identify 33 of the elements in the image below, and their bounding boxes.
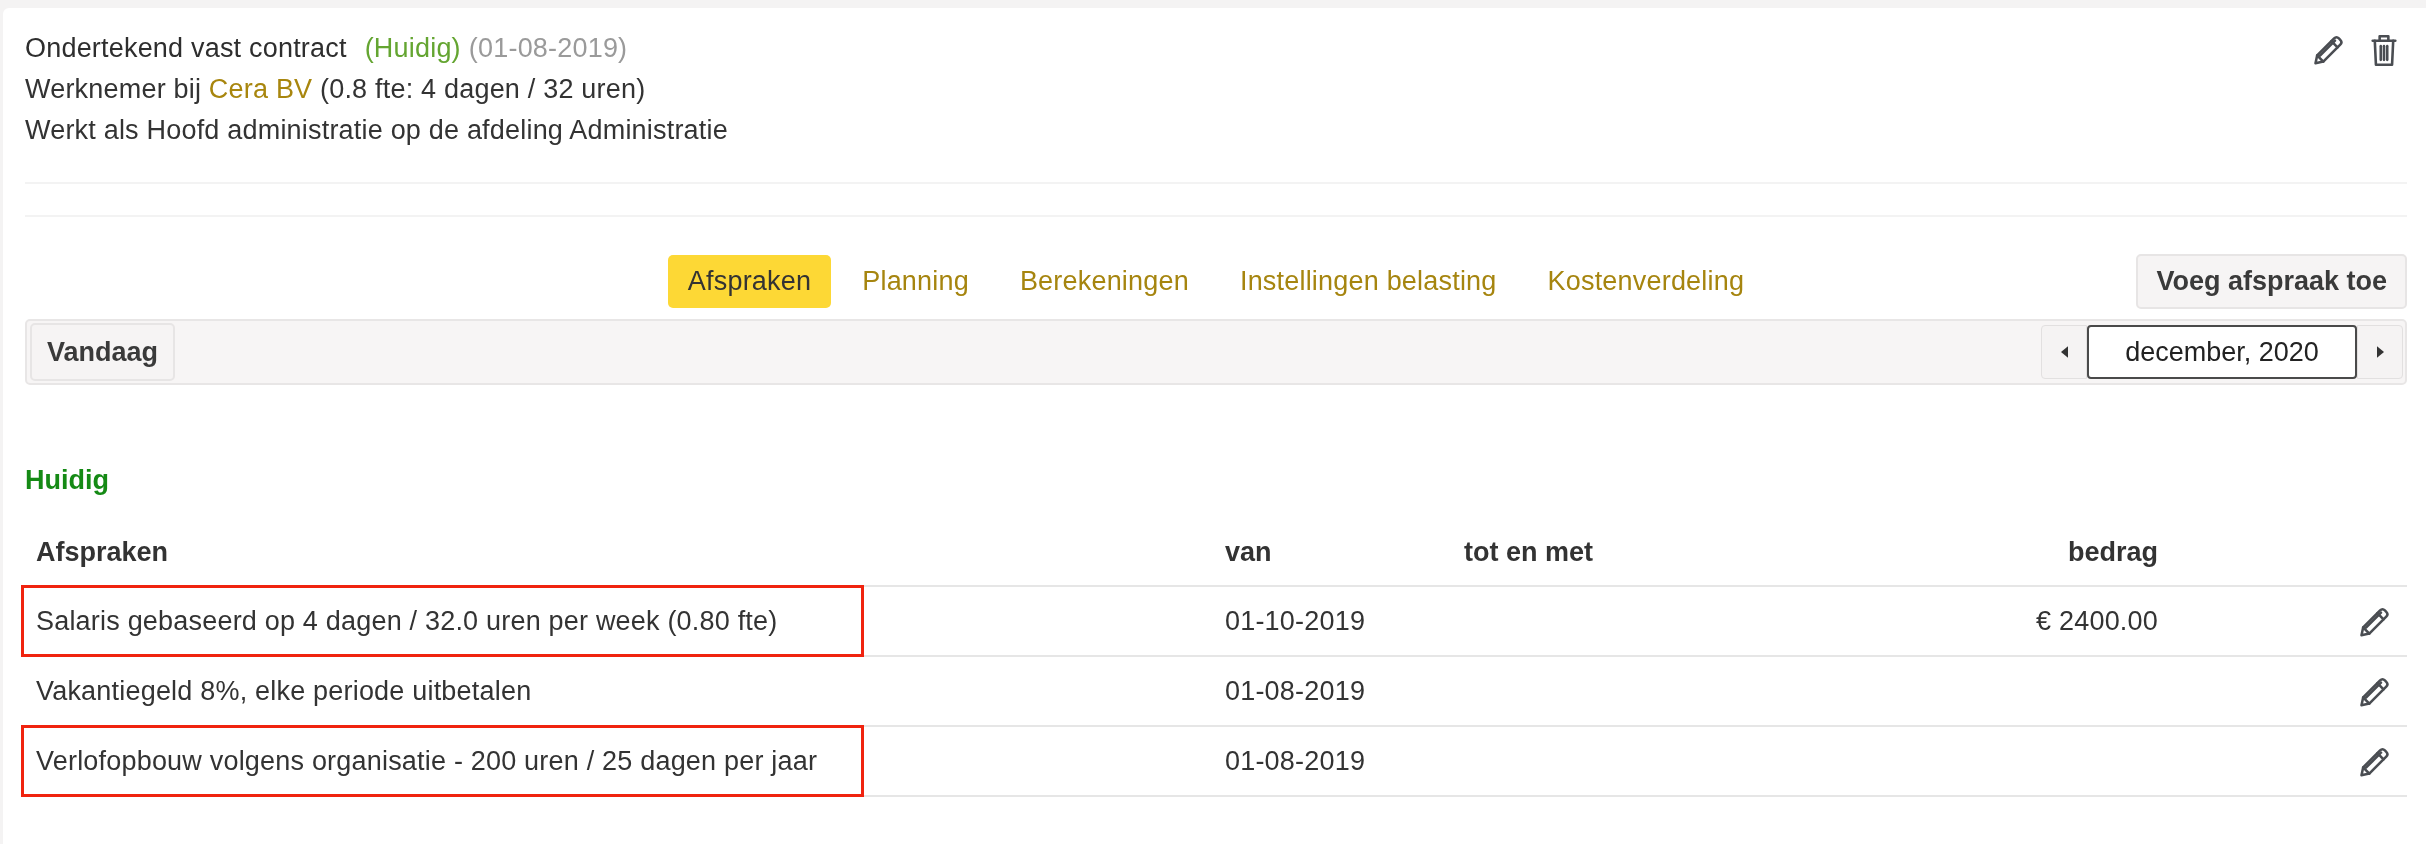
pencil-icon[interactable] bbox=[2360, 676, 2390, 707]
contract-status: (Huidig) bbox=[364, 33, 461, 63]
start-date: 01-08-2019 bbox=[1225, 745, 1366, 776]
amount: € 2400.00 bbox=[2036, 605, 2158, 636]
tab[interactable]: Afspraken bbox=[667, 255, 832, 308]
contract-title: Ondertekend vast contract bbox=[25, 33, 347, 63]
column-header: tot en met bbox=[1464, 536, 1593, 567]
caret-left-icon bbox=[2060, 346, 2068, 358]
month-field[interactable]: december, 2020 bbox=[2087, 325, 2357, 379]
tab[interactable]: Kostenverdeling bbox=[1527, 255, 1765, 308]
section-title: Huidig bbox=[25, 464, 110, 497]
agreement-text: Verlofopbouw volgens organisatie - 200 uren / 25 dagen per jaar bbox=[36, 745, 818, 776]
pencil-icon[interactable] bbox=[2360, 606, 2390, 637]
pencil-icon[interactable] bbox=[2360, 746, 2390, 777]
column-header: bedrag bbox=[2067, 536, 2158, 567]
employer-link[interactable]: Cera BV bbox=[208, 74, 313, 104]
start-date: 01-10-2019 bbox=[1225, 605, 1366, 636]
caret-right-icon bbox=[2376, 346, 2384, 358]
tab[interactable]: Planning bbox=[842, 255, 989, 308]
start-date: 01-08-2019 bbox=[1225, 675, 1366, 706]
today-button[interactable]: Vandaag bbox=[30, 323, 176, 381]
add-agreement-button[interactable]: Voeg afspraak toe bbox=[2136, 254, 2407, 309]
tab[interactable]: Berekeningen bbox=[999, 255, 1209, 308]
agreement-text: Vakantiegeld 8%, elke periode uitbetalen bbox=[36, 675, 532, 706]
column-header: van bbox=[1225, 536, 1272, 567]
agreement-text: Salaris gebaseerd op 4 dagen / 32.0 uren per week (0.80 fte) bbox=[36, 605, 778, 636]
column-header: Afspraken bbox=[36, 536, 169, 567]
trash-icon[interactable] bbox=[2371, 35, 2397, 66]
pencil-icon[interactable] bbox=[2314, 35, 2344, 65]
role-text: Werkt als Hoofd administratie op de afdeling Administratie bbox=[25, 114, 728, 147]
contract-start-date: (01-08-2019) bbox=[468, 33, 628, 63]
employment-text: Werknemer bij Cera BV (0.8 fte: 4 dagen / 32 uren) bbox=[25, 73, 647, 106]
tab[interactable]: Instellingen belasting bbox=[1219, 255, 1517, 308]
